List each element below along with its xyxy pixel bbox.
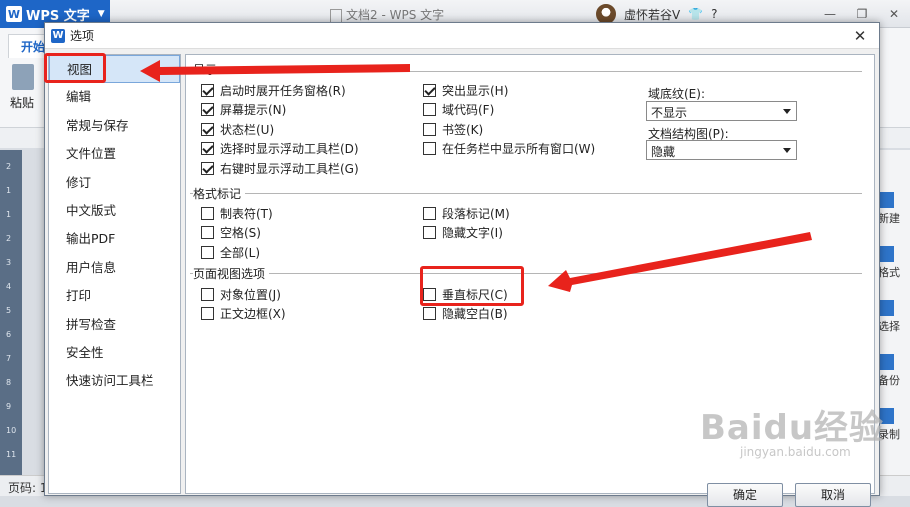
baidu-watermark: Baidu经验 jingyan.baidu.com: [700, 400, 884, 459]
watermark-logo: Baidu经验: [700, 408, 885, 448]
arrow-to-vertical-ruler: [548, 232, 812, 292]
arrow-to-view: [140, 60, 410, 82]
